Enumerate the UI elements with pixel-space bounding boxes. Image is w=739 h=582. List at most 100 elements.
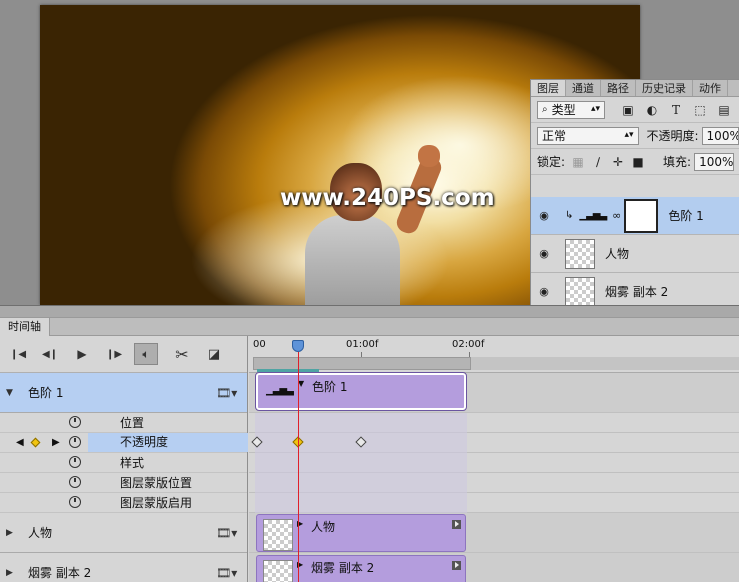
tab-actions[interactable]: 动作 xyxy=(693,80,728,96)
person-fist xyxy=(418,145,440,167)
transition-button[interactable]: ◪ xyxy=(202,343,226,365)
type-filter-icon[interactable]: T xyxy=(669,103,683,117)
property-label: 图层蒙版位置 xyxy=(120,476,193,490)
stopwatch-icon[interactable] xyxy=(69,436,81,448)
filter-kind-value: 类型 xyxy=(551,103,576,117)
ruler-label: 00 xyxy=(253,339,266,350)
eye-icon[interactable]: ◉ xyxy=(531,285,557,298)
previous-frame-button[interactable]: ◀❙ xyxy=(38,343,62,365)
next-keyframe-icon[interactable]: ▶ xyxy=(52,437,60,448)
timeline-group-smoke-copy-2[interactable]: ▶ 烟雾 副本 2 🎞︎▾ xyxy=(0,553,247,582)
next-frame-button[interactable]: ❙▶ xyxy=(102,343,126,365)
levels-adjustment-icon: ▁▃▅▃ xyxy=(266,385,294,396)
person-body xyxy=(305,215,400,305)
layer-name: 色阶 1 xyxy=(668,209,704,223)
stopwatch-icon[interactable] xyxy=(69,496,81,508)
fill-input[interactable]: 100% xyxy=(694,152,735,171)
property-position[interactable]: 位置 xyxy=(0,413,247,433)
fill-value: 100% xyxy=(699,154,734,169)
layers-panel: 图层 通道 路径 历史记录 动作 ⌕ 类型 ▴▾ ▣ ◐ T ⬚ ▤ 正常 ▴▾… xyxy=(530,79,739,305)
stopwatch-icon[interactable] xyxy=(69,456,81,468)
image-filter-icon[interactable]: ▣ xyxy=(621,103,635,117)
property-opacity[interactable]: ◀ ▶ 不透明度 xyxy=(0,433,248,453)
lock-label: 锁定: xyxy=(537,155,566,169)
opacity-input[interactable]: 100% xyxy=(701,126,739,145)
tab-channels[interactable]: 通道 xyxy=(566,80,601,96)
layer-filter-row: ⌕ 类型 ▴▾ ▣ ◐ T ⬚ ▤ xyxy=(531,97,739,123)
film-menu-icon[interactable]: 🎞︎▾ xyxy=(216,566,237,580)
keyframe-diamond-icon[interactable] xyxy=(30,437,41,448)
clip-smoke-copy-2[interactable]: ▶ 烟雾 副本 2 xyxy=(256,555,466,582)
smart-object-filter-icon[interactable]: ▤ xyxy=(717,103,731,117)
lock-position-icon[interactable]: ✛ xyxy=(611,155,625,169)
tab-layers[interactable]: 图层 xyxy=(531,80,566,96)
film-menu-icon[interactable]: 🎞︎▾ xyxy=(216,386,237,400)
stopwatch-icon[interactable] xyxy=(69,476,81,488)
chevron-updown-icon: ▴▾ xyxy=(624,129,634,140)
photoshop-window: www.240PS.com 图层 通道 路径 历史记录 动作 ⌕ 类型 ▴▾ ▣… xyxy=(0,0,739,582)
lock-all-icon[interactable]: ■ xyxy=(631,155,645,169)
clip-person[interactable]: ▶ 人物 xyxy=(256,514,466,552)
disclosure-triangle-icon[interactable]: ▶ xyxy=(6,568,20,578)
disclosure-triangle-icon[interactable]: ▶ xyxy=(6,528,20,538)
clip-menu-icon[interactable] xyxy=(452,561,461,570)
play-button[interactable]: ▶ xyxy=(70,343,94,365)
layer-thumbnail xyxy=(565,276,595,305)
blend-mode-value: 正常 xyxy=(542,129,567,143)
tab-paths[interactable]: 路径 xyxy=(601,80,636,96)
timeline-group-person[interactable]: ▶ 人物 🎞︎▾ xyxy=(0,513,247,553)
playhead-handle[interactable] xyxy=(292,340,304,352)
stopwatch-icon[interactable] xyxy=(69,416,81,428)
group-name: 色阶 1 xyxy=(28,386,64,400)
time-ruler[interactable]: 00 01:00f 02:00f xyxy=(249,336,739,373)
opacity-value: 100% xyxy=(706,128,739,143)
ruler-label: 02:00f xyxy=(452,339,485,350)
blend-mode-select[interactable]: 正常 ▴▾ xyxy=(537,126,639,145)
property-style[interactable]: 样式 xyxy=(0,453,247,473)
clip-range-shade xyxy=(255,413,467,513)
layer-name: 人物 xyxy=(605,247,630,261)
property-label: 位置 xyxy=(120,416,145,430)
adjustment-filter-icon[interactable]: ◐ xyxy=(645,103,659,117)
link-icon[interactable]: ∞ xyxy=(612,209,621,222)
audio-button[interactable]: 🔈︎ xyxy=(134,343,158,365)
search-icon: ⌕ xyxy=(542,104,548,115)
lock-transparent-icon[interactable]: ▦ xyxy=(571,155,585,169)
clip-thumbnail xyxy=(263,560,293,582)
property-mask-enable[interactable]: 图层蒙版启用 xyxy=(0,493,247,513)
clip-menu-icon[interactable] xyxy=(452,520,461,529)
ruler-label: 01:00f xyxy=(346,339,379,350)
layers-panel-tabs: 图层 通道 路径 历史记录 动作 xyxy=(531,80,739,97)
timeline-tracks[interactable]: 00 01:00f 02:00f ▁▃▅▃ ▼ 色阶 1 ▶ 人物 ▶ 烟雾 副… xyxy=(249,336,739,582)
timeline-layer-list: ❙◀ ◀❙ ▶ ❙▶ 🔈︎ ✂ ◪ ▼ 色阶 1 🎞︎▾ 位置 ◀ ▶ 不透明度… xyxy=(0,336,248,582)
filter-kind-select[interactable]: ⌕ 类型 ▴▾ xyxy=(537,100,605,119)
timeline-panel: 时间轴 ❙◀ ◀❙ ▶ ❙▶ 🔈︎ ✂ ◪ ▼ 色阶 1 🎞︎▾ 位置 ◀ ▶ … xyxy=(0,318,739,582)
shape-filter-icon[interactable]: ⬚ xyxy=(693,103,707,117)
lock-image-icon[interactable]: ∕ xyxy=(591,155,605,169)
playback-controls: ❙◀ ◀❙ ▶ ❙▶ 🔈︎ ✂ ◪ xyxy=(0,336,247,373)
clip-levels-1[interactable]: ▁▃▅▃ ▼ 色阶 1 xyxy=(255,372,467,411)
property-label: 样式 xyxy=(120,456,145,470)
layer-mask-thumbnail[interactable] xyxy=(624,198,659,233)
eye-icon[interactable]: ◉ xyxy=(531,209,557,222)
layer-smoke-copy-2[interactable]: ◉ 烟雾 副本 2 xyxy=(531,273,739,305)
previous-keyframe-icon[interactable]: ◀ xyxy=(16,437,24,448)
property-label: 图层蒙版启用 xyxy=(120,496,193,510)
clip-arrow-icon: ↳ xyxy=(565,210,574,221)
layer-levels-1[interactable]: ◉ ↳ ▁▃▅▃ ∞ 色阶 1 xyxy=(531,197,739,235)
playhead-line xyxy=(298,352,299,582)
disclosure-triangle-icon[interactable]: ▼ xyxy=(6,388,20,398)
tab-timeline[interactable]: 时间轴 xyxy=(0,318,50,336)
tab-history[interactable]: 历史记录 xyxy=(636,80,693,96)
eye-icon[interactable]: ◉ xyxy=(531,247,557,260)
split-clip-button[interactable]: ✂ xyxy=(170,343,194,365)
layer-person[interactable]: ◉ 人物 xyxy=(531,235,739,273)
film-menu-icon[interactable]: 🎞︎▾ xyxy=(216,526,237,540)
property-mask-position[interactable]: 图层蒙版位置 xyxy=(0,473,247,493)
opacity-label: 不透明度: xyxy=(646,129,699,143)
panel-divider[interactable] xyxy=(0,305,739,318)
layer-name: 烟雾 副本 2 xyxy=(605,285,669,299)
blend-opacity-row: 正常 ▴▾ 不透明度: 100% xyxy=(531,123,739,149)
go-to-first-frame-button[interactable]: ❙◀ xyxy=(6,343,30,365)
timeline-group-levels-1[interactable]: ▼ 色阶 1 🎞︎▾ xyxy=(0,373,247,413)
